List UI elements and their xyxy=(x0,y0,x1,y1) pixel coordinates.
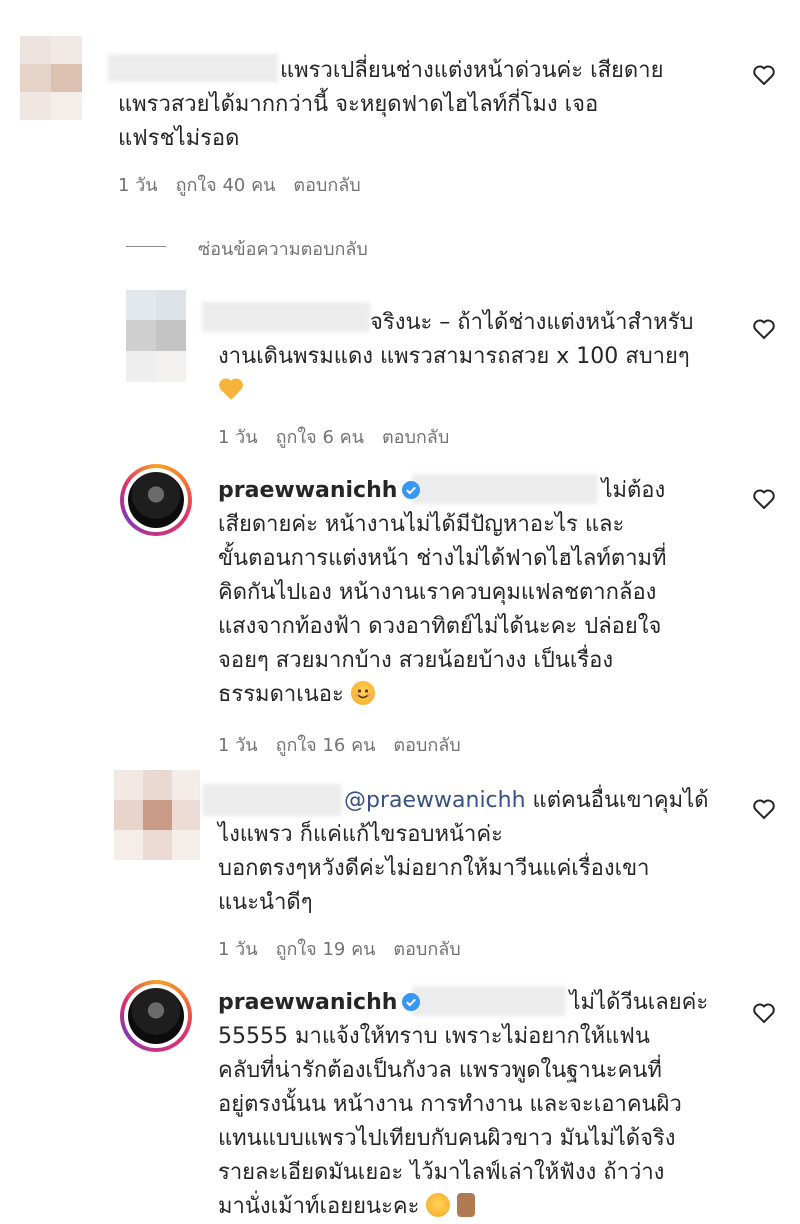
heart-icon[interactable] xyxy=(752,488,776,510)
thumbs-emoji-icon xyxy=(457,1193,476,1217)
mention-link[interactable]: @praewwanichh xyxy=(344,788,526,813)
comment-line: คิดกันไปเอง หน้างานเราควบคุมแฟลชตากล้อง xyxy=(218,580,657,605)
comment-line: แฟรชไม่รอด xyxy=(118,126,240,151)
comment-line: ธรรมดาเนอะ xyxy=(218,682,344,707)
comment-time: 1 วัน xyxy=(118,175,158,196)
comment-meta: 1 วัน ถูกใจ 40 คน ตอบกลับ xyxy=(118,170,379,199)
heart-emoji xyxy=(218,374,738,408)
comment-line: ไม่ต้อง xyxy=(601,478,666,503)
reply-text: praewwanichh ไม่ได้วีนเลยค่ะ 55555 มาแจ้ง… xyxy=(218,986,738,1224)
heart-icon[interactable] xyxy=(752,64,776,86)
comment-line: ไงแพรว ก็แค่แก้ไขรอบหน้าค่ะ xyxy=(218,822,503,847)
comment-line: แสงจากท้องฟ้า ดวงอาทิตย์ไม่ได้นะคะ ปล่อย… xyxy=(218,614,662,639)
comment-line: จอยๆ สวยมากบ้าง สวยน้อยบ้างง เป็นเรื่อง xyxy=(218,648,614,673)
username[interactable]: praewwanichh xyxy=(218,990,397,1015)
hide-replies-line xyxy=(126,246,166,247)
verified-badge-icon xyxy=(402,993,421,1011)
verified-badge-icon xyxy=(402,481,421,499)
reply-text: @praewwanichh แต่คนอื่นเขาคุมได้ ไงแพรว … xyxy=(218,784,738,920)
avatar-blurred[interactable] xyxy=(126,290,186,382)
comment-first-line: praewwanichh ไม่ต้อง xyxy=(218,474,738,508)
comment-line: จริงนะ – ถ้าได้ช่างแต่งหน้าสำหรับ xyxy=(370,310,694,335)
reply-text: จริงนะ – ถ้าได้ช่างแต่งหน้าสำหรับ งานเดิ… xyxy=(218,306,738,408)
reply-button[interactable]: ตอบกลับ xyxy=(393,735,460,756)
comment-line: คลับที่น่ารักต้องเป็นกังวล แพรวพูดในฐานะ… xyxy=(218,1058,662,1083)
heart-icon[interactable] xyxy=(752,1002,776,1024)
comment-text: แพรวเปลี่ยนช่างแต่งหน้าด่วนค่ะ เสียดาย แ… xyxy=(118,54,738,156)
avatar xyxy=(128,472,184,528)
comment-time: 1 วัน xyxy=(218,735,258,756)
comment-likes[interactable]: ถูกใจ 16 คน xyxy=(276,735,376,756)
avatar-story-ring[interactable] xyxy=(120,464,192,536)
comment-line: บอกตรงๆหวังดีค่ะไม่อยากให้มาวีนแค่เรื่อง… xyxy=(218,856,650,881)
avatar xyxy=(128,988,184,1044)
comment-likes[interactable]: ถูกใจ 6 คน xyxy=(276,427,364,448)
reply-text: praewwanichh ไม่ต้อง เสียดายค่ะ หน้างานไม… xyxy=(218,474,738,712)
comment-meta: 1 วัน ถูกใจ 16 คน ตอบกลับ xyxy=(218,730,479,759)
heart-icon[interactable] xyxy=(752,798,776,820)
comment-line: อยู่ตรงนั้นน หน้างาน การทำงาน และจะเอาคน… xyxy=(218,1092,682,1117)
hide-replies-button[interactable]: ซ่อนข้อความตอบกลับ xyxy=(198,234,368,263)
heart-icon[interactable] xyxy=(752,318,776,340)
comment-meta: 1 วัน ถูกใจ 6 คน ตอบกลับ xyxy=(218,422,467,451)
avatar-blurred[interactable] xyxy=(20,36,82,120)
comment-line: รายละเอียดมันเยอะ ไว้มาไลฟ์เล่าให้ฟังง ถ… xyxy=(218,1160,665,1185)
comment-line: งานเดินพรมแดง แพรวสามารถสวย x 100 สบายๆ xyxy=(218,344,690,369)
comment-line: แต่คนอื่นเขาคุมได้ xyxy=(532,788,709,813)
smile-emoji-icon xyxy=(350,681,375,705)
comment-time: 1 วัน xyxy=(218,427,258,448)
comment-first-line: praewwanichh ไม่ได้วีนเลยค่ะ xyxy=(218,986,738,1020)
comment-likes[interactable]: ถูกใจ 19 คน xyxy=(276,939,376,960)
reply-button[interactable]: ตอบกลับ xyxy=(393,939,460,960)
comment-line: ขั้นตอนการแต่งหน้า ช่างไม่ได้ฟาดไฮไลท์ตา… xyxy=(218,546,667,571)
smile-emoji-icon xyxy=(426,1193,451,1217)
comment-first-line: @praewwanichh แต่คนอื่นเขาคุมได้ xyxy=(218,784,738,818)
avatar-blurred[interactable] xyxy=(114,770,200,860)
comment-line: แทนแบบแพรวไปเทียบกับคนผิวขาว มันไม่ได้จร… xyxy=(218,1126,676,1151)
reply-button[interactable]: ตอบกลับ xyxy=(382,427,449,448)
comment-time: 1 วัน xyxy=(218,939,258,960)
reply-button[interactable]: ตอบกลับ xyxy=(293,175,360,196)
comment-meta: 1 วัน ถูกใจ 19 คน ตอบกลับ xyxy=(218,934,479,963)
username[interactable]: praewwanichh xyxy=(218,478,397,503)
comment-line: เสียดายค่ะ หน้างานไม่ได้มีปัญหาอะไร และ xyxy=(218,512,625,537)
comment-line: ไม่ได้วีนเลยค่ะ xyxy=(569,990,709,1015)
comment-likes[interactable]: ถูกใจ 40 คน xyxy=(176,175,276,196)
comment-line: มานั่งเม้าท์เอยยนะคะ xyxy=(218,1194,420,1219)
comment-line: แนะนำดีๆ xyxy=(218,890,313,915)
comment-line: 55555 มาแจ้งให้ทราบ เพราะไม่อยากให้แฟน xyxy=(218,1024,650,1049)
comment-line: แพรวเปลี่ยนช่างแต่งหน้าด่วนค่ะ เสียดาย xyxy=(280,58,664,83)
comment-line: แพรวสวยได้มากกว่านี้ จะหยุดฟาดไฮไลท์กี่โ… xyxy=(118,92,599,117)
avatar-story-ring[interactable] xyxy=(120,980,192,1052)
